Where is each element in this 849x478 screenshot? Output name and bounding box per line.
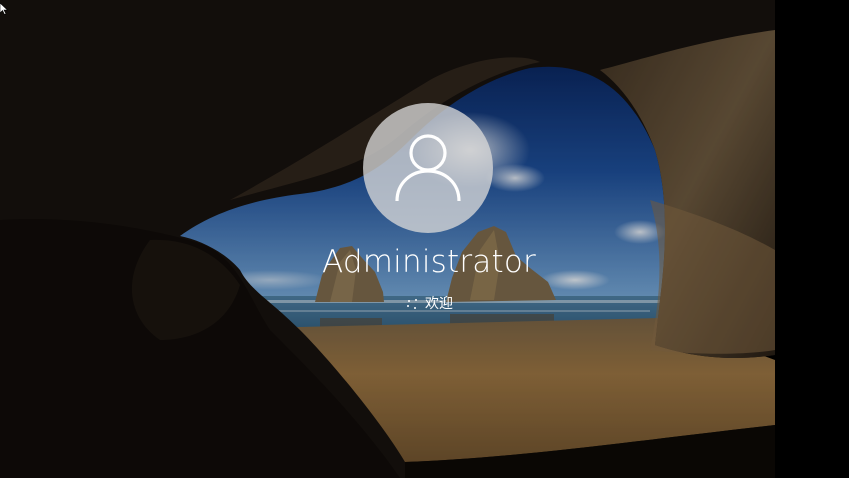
- loading-spinner-icon: [405, 297, 419, 311]
- username-label: Administrator: [322, 244, 536, 280]
- welcome-status: 欢迎: [324, 294, 534, 314]
- wallpaper-cave-beach: [0, 0, 849, 478]
- user-avatar: [363, 103, 493, 233]
- mouse-pointer-icon: [0, 0, 9, 19]
- welcome-text: 欢迎: [425, 296, 453, 312]
- user-icon: [395, 133, 461, 203]
- lock-screen: Administrator 欢迎: [0, 0, 849, 478]
